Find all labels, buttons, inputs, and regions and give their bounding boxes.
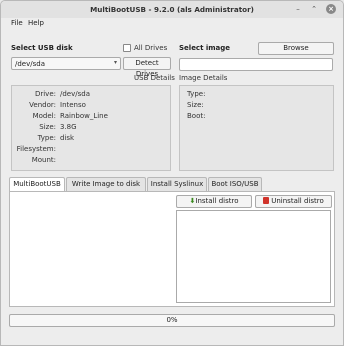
usb-details-panel: Drive: /dev/sda Vendor: Intenso Model: R…: [11, 85, 171, 171]
trash-icon: [263, 197, 270, 204]
usb-details-title: USB Details: [134, 74, 175, 82]
usb-detail-value: Rainbow_Line: [60, 112, 108, 120]
menu-bar: File Help: [1, 18, 343, 30]
usb-disk-select-value: /dev/sda: [15, 60, 45, 68]
usb-detail-value: disk: [60, 134, 75, 142]
usb-detail-key: Size:: [39, 123, 56, 131]
usb-disk-select[interactable]: /dev/sda ▾: [11, 57, 121, 70]
progress-text: 0%: [166, 316, 178, 324]
install-distro-button[interactable]: ⬇Install distro: [176, 195, 252, 208]
tab-install-syslinux[interactable]: Install Syslinux: [147, 177, 207, 191]
close-icon[interactable]: ×: [326, 4, 336, 14]
title-bar: MultiBootUSB - 9.2.0 (als Administrator)…: [1, 1, 343, 18]
usb-detail-key: Type:: [37, 134, 56, 142]
main-tabs: MultiBootUSB Write Image to disk Install…: [9, 177, 339, 192]
minimize-icon[interactable]: –: [293, 4, 303, 14]
image-path-input[interactable]: [179, 58, 333, 71]
usb-detail-key: Vendor:: [29, 101, 56, 109]
installed-distro-list[interactable]: [176, 210, 331, 303]
usb-detail-key: Mount:: [31, 156, 56, 164]
all-drives-checkbox[interactable]: [123, 44, 131, 52]
usb-detail-key: Drive:: [34, 90, 56, 98]
image-detail-key: Size:: [187, 101, 204, 109]
multiboot-tab-pane: ⬇Install distro Uninstall distro: [9, 191, 335, 307]
usb-detail-value: Intenso: [60, 101, 86, 109]
select-usb-label: Select USB disk: [11, 44, 73, 52]
app-window: MultiBootUSB - 9.2.0 (als Administrator)…: [0, 0, 344, 346]
browse-button[interactable]: Browse: [258, 42, 334, 55]
usb-detail-key: Model:: [32, 112, 56, 120]
usb-detail-value: 3.8G: [60, 123, 77, 131]
detect-drives-button[interactable]: Detect Drives: [123, 57, 171, 78]
progress-bar: 0%: [9, 314, 335, 327]
usb-detail-key: Filesystem:: [16, 145, 56, 153]
uninstall-distro-label: Uninstall distro: [271, 197, 324, 205]
tab-boot-iso-usb[interactable]: Boot ISO/USB: [208, 177, 262, 191]
image-details-panel: Type: Size: Boot:: [179, 85, 334, 171]
menu-help[interactable]: Help: [28, 19, 44, 27]
image-details-title: Image Details: [179, 74, 228, 82]
tab-write-image[interactable]: Write Image to disk: [66, 177, 146, 191]
chevron-down-icon: ▾: [113, 59, 117, 66]
uninstall-distro-button[interactable]: Uninstall distro: [255, 195, 332, 208]
maximize-icon[interactable]: ⌃: [309, 4, 319, 14]
window-title: MultiBootUSB - 9.2.0 (als Administrator): [90, 5, 254, 14]
install-distro-label: Install distro: [195, 197, 239, 205]
all-drives-label[interactable]: All Drives: [134, 44, 167, 52]
image-detail-key: Type:: [187, 90, 206, 98]
usb-detail-value: /dev/sda: [60, 90, 90, 98]
select-image-label: Select image: [179, 44, 231, 52]
tab-multibootusb[interactable]: MultiBootUSB: [9, 177, 65, 192]
image-detail-key: Boot:: [187, 112, 206, 120]
menu-file[interactable]: File: [11, 19, 23, 27]
